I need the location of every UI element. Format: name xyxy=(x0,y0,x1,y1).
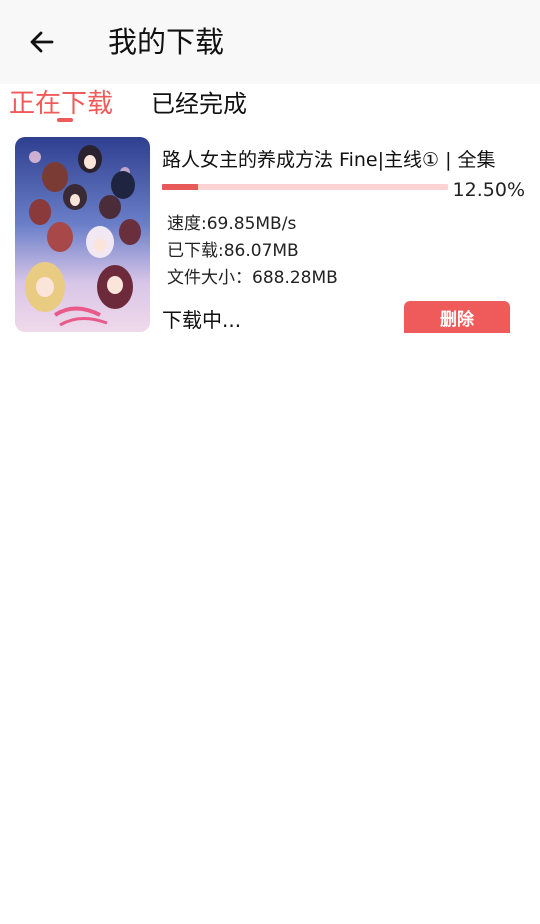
tab-completed[interactable]: 已经完成 xyxy=(151,86,247,122)
downloaded-size: 已下载:86.07MB xyxy=(167,241,299,261)
download-item[interactable]: 路人女主的养成方法 Fine|主线① | 全集 12.50% 速度:69.85M… xyxy=(0,130,540,340)
progress-fill xyxy=(162,184,198,190)
tab-indicator xyxy=(57,118,73,122)
item-title: 路人女主的养成方法 Fine|主线① | 全集 xyxy=(162,149,496,171)
page-title: 我的下载 xyxy=(108,25,225,59)
app-bar: 我的下载 xyxy=(0,0,540,84)
arrow-left-icon xyxy=(30,31,54,53)
download-speed: 速度:69.85MB/s xyxy=(167,214,297,234)
cover-image xyxy=(15,137,150,332)
progress-bar xyxy=(162,184,448,190)
progress-percent: 12.50% xyxy=(452,179,525,201)
tab-bar: 正在下载 已经完成 xyxy=(0,84,540,128)
delete-button[interactable]: 删除 xyxy=(404,301,510,333)
download-status: 下载中... xyxy=(162,308,242,332)
tab-downloading[interactable]: 正在下载 xyxy=(9,86,113,122)
file-size: 文件大小：688.28MB xyxy=(167,268,338,288)
back-button[interactable] xyxy=(22,24,62,60)
